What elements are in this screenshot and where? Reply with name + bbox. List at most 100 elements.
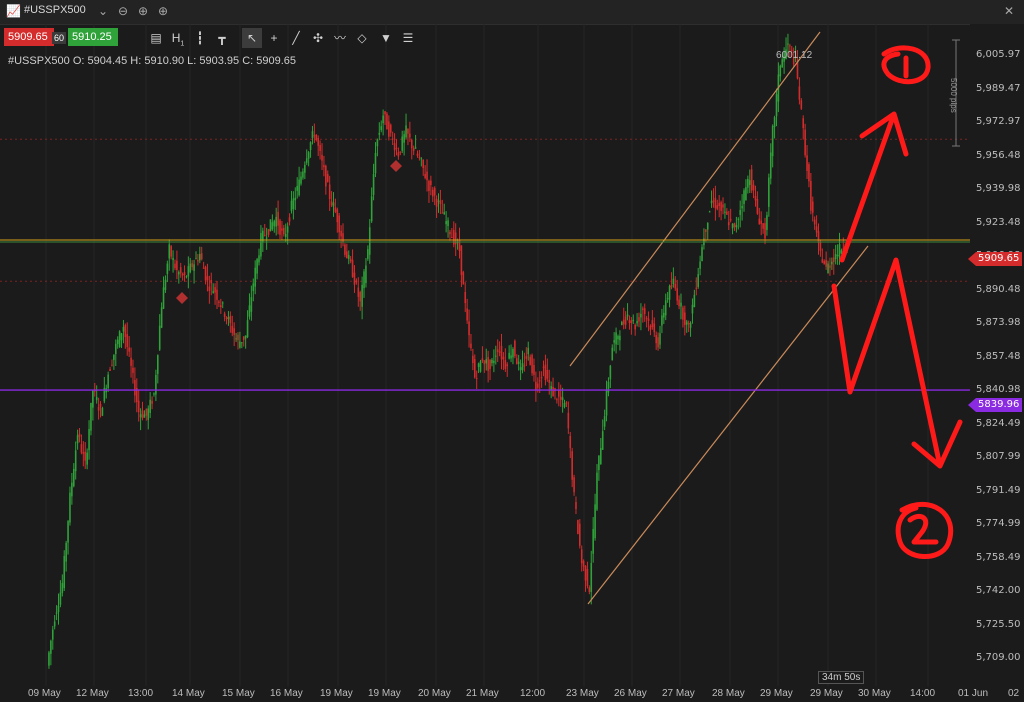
candle-body — [386, 113, 388, 130]
candle-body — [600, 448, 602, 465]
candle-body — [380, 126, 383, 131]
candle-body — [834, 254, 837, 260]
candle-body — [325, 165, 327, 187]
polyline-icon[interactable]: 〰 — [330, 28, 350, 48]
candle-body — [130, 357, 132, 366]
candle-body — [754, 195, 757, 201]
sell-button[interactable]: 5909.65 — [4, 28, 54, 46]
time-axis[interactable]: 09 May 12 May 13:00 14 May 15 May 16 May 19 Ma… — [0, 686, 1024, 702]
close-icon[interactable]: ✕ — [1004, 4, 1014, 18]
candle-body — [319, 145, 321, 152]
candle-body — [517, 361, 520, 364]
candle-body — [254, 267, 256, 287]
candle-body — [468, 321, 470, 336]
candle-body — [302, 171, 304, 178]
candle-body — [649, 325, 652, 330]
current-price-tag: 5909.65 — [968, 252, 1022, 266]
candle-body — [811, 201, 814, 213]
symbol-title[interactable]: #USSPX500 — [24, 4, 86, 16]
crosshair-circle-icon[interactable]: ⊕ — [138, 4, 148, 18]
candle-body — [666, 298, 669, 300]
candle-body — [712, 200, 715, 202]
channel-upper-line — [569, 31, 821, 367]
candle-body — [210, 279, 213, 284]
candle-body — [202, 267, 205, 269]
candle-body — [603, 416, 606, 427]
candle-body — [800, 100, 803, 109]
candle-body — [134, 379, 136, 396]
candle-body — [126, 334, 129, 347]
price-axis[interactable]: 6,005.97 5,989.47 5,972.97 5,956.48 5,939.98… — [970, 24, 1024, 686]
candle-body — [447, 220, 449, 227]
candle-body — [357, 287, 360, 297]
candle-body — [122, 326, 125, 332]
candle-body — [410, 139, 413, 149]
candle-body — [53, 621, 56, 627]
time-tick: 14 May — [172, 688, 205, 699]
indicators-icon[interactable]: ┳ — [212, 28, 232, 48]
candle-body — [170, 246, 172, 257]
candle-body — [256, 259, 258, 274]
candle-body — [472, 355, 474, 364]
bearish-arrow — [831, 257, 963, 469]
candle-body — [502, 356, 505, 360]
list-icon[interactable]: ☰ — [398, 28, 418, 48]
candle-body — [737, 218, 740, 220]
candle-body — [239, 341, 241, 348]
trendline-icon[interactable]: ╱ — [286, 28, 306, 48]
candle-body — [401, 136, 404, 151]
candle-body — [557, 390, 560, 397]
chevron-down-icon[interactable]: ⌄ — [98, 4, 108, 18]
candle-body — [823, 260, 826, 265]
time-tick: 09 May — [28, 688, 61, 699]
candle-body — [743, 190, 745, 204]
candle-body — [311, 131, 314, 139]
candle-body — [227, 316, 230, 320]
crosshair-icon[interactable]: + — [264, 28, 284, 48]
candle-body — [284, 233, 287, 238]
price-chart[interactable] — [0, 24, 970, 686]
minus-circle-icon[interactable]: ⊖ — [118, 4, 128, 18]
chart-settings-icon[interactable]: ▤ — [146, 28, 166, 48]
candle-body — [752, 184, 755, 191]
candle-body — [101, 407, 104, 416]
candle-body — [586, 569, 589, 587]
candle-body — [145, 408, 148, 416]
candle-body — [498, 351, 501, 353]
candle-body — [720, 202, 722, 211]
candle-body — [535, 381, 537, 390]
candle-body — [141, 410, 144, 419]
candle-body — [500, 345, 503, 360]
candle-body — [191, 263, 193, 268]
time-tick: 13:00 — [128, 688, 154, 699]
candle-body — [802, 118, 805, 128]
candle-body — [351, 260, 354, 277]
buy-button[interactable]: 5910.25 — [68, 28, 118, 46]
plus-circle-icon[interactable]: ⊕ — [158, 4, 168, 18]
candle-body — [279, 220, 281, 235]
paint-icon[interactable]: ▼ — [376, 28, 396, 48]
candle-body — [706, 222, 709, 230]
price-tick: 5,742.00 — [976, 585, 1021, 596]
candles-icon[interactable]: ┇ — [190, 28, 210, 48]
candle-body — [206, 276, 209, 281]
point-icon[interactable]: ✣ — [308, 28, 328, 48]
cursor-icon[interactable]: ↖ — [242, 28, 262, 48]
price-tick: 5,890.48 — [976, 283, 1021, 295]
candle-body — [684, 312, 686, 325]
candle-body — [827, 263, 829, 274]
candle-body — [246, 320, 249, 338]
bullish-arrow — [839, 111, 909, 263]
time-tick: 26 May — [614, 688, 647, 699]
candle-body — [559, 396, 562, 400]
timeframe-icon[interactable]: H1 — [168, 28, 188, 48]
candle-body — [726, 211, 728, 215]
shapes-icon[interactable]: ◇ — [352, 28, 372, 48]
candle-body — [521, 363, 524, 371]
candle-body — [223, 313, 226, 318]
candle-body — [475, 378, 478, 380]
candle-body — [582, 560, 585, 567]
candle-body — [292, 198, 295, 209]
candle-body — [617, 335, 619, 340]
candle-body — [636, 321, 638, 324]
